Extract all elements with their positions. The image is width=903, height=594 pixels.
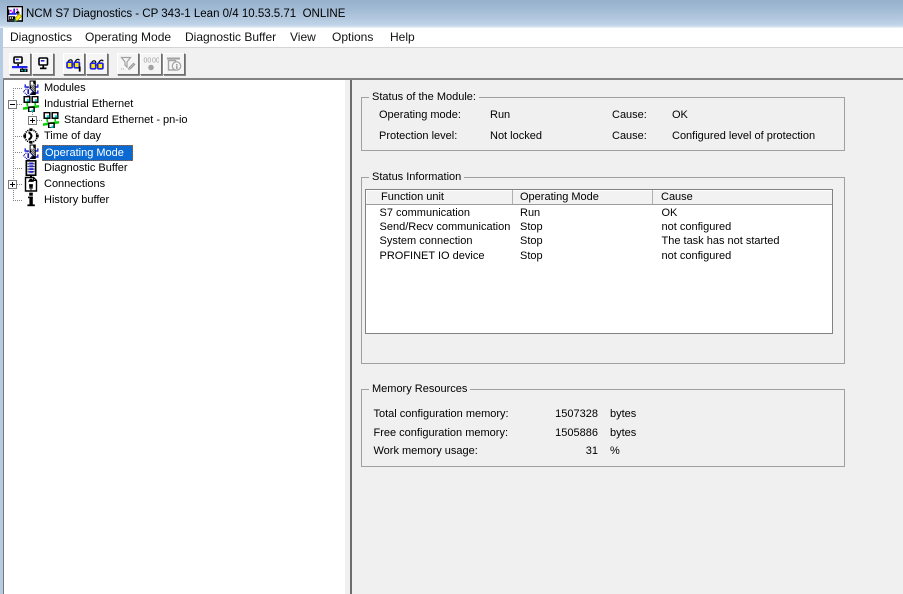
svg-text:00: 00: [144, 57, 152, 64]
svg-text:00: 00: [152, 57, 159, 64]
